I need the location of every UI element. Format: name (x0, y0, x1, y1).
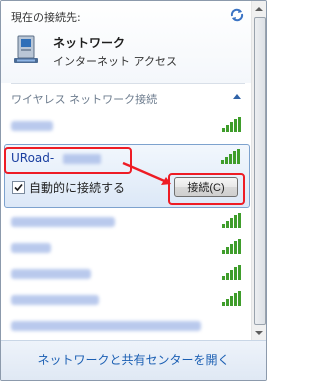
open-network-sharing-center-link[interactable]: ネットワークと共有センターを開く (1, 351, 266, 368)
checkmark-icon (14, 183, 23, 192)
refresh-icon[interactable] (229, 7, 245, 23)
wifi-network-item[interactable] (5, 287, 250, 313)
obscured-network-name (11, 295, 99, 305)
auto-connect-checkbox[interactable] (12, 181, 25, 194)
signal-strength-icon (222, 213, 241, 228)
obscured-network-name (11, 321, 201, 331)
network-status: インターネット アクセス (53, 55, 177, 68)
wifi-network-item[interactable] (5, 261, 250, 287)
wifi-network-item[interactable] (5, 313, 250, 335)
current-connection-header: 現在の接続先: ネットワーク インターネット アクセス (1, 1, 251, 83)
wireless-section-title: ワイヤレス ネットワーク接続 (11, 93, 158, 106)
wifi-network-item[interactable] (5, 235, 250, 261)
signal-strength-icon (221, 149, 240, 164)
network-flyout: 現在の接続先: ネットワーク インターネット アクセス ワイヤレス ネットワーク… (0, 0, 267, 381)
obscured-network-name (11, 217, 115, 227)
obscured-network-name (11, 121, 53, 131)
scrollbar-thumb[interactable] (254, 17, 266, 325)
signal-strength-icon (222, 239, 241, 254)
auto-connect-label: 自動的に接続する (29, 181, 126, 195)
wifi-network-item[interactable] (5, 113, 250, 139)
current-connection-label: 現在の接続先: (11, 11, 81, 24)
wifi-network-item[interactable] (5, 209, 250, 235)
footer: ネットワークと共有センターを開く (1, 340, 266, 380)
scroll-up-arrow-icon[interactable] (255, 7, 263, 11)
obscured-network-name (11, 269, 91, 279)
network-name: ネットワーク (53, 36, 126, 50)
selected-network-name: URoad- (11, 151, 55, 165)
divider (11, 83, 245, 84)
obscured-network-name (11, 243, 51, 253)
signal-strength-icon (222, 117, 241, 132)
scroll-down-arrow-icon[interactable] (255, 331, 263, 335)
network-computer-icon (14, 35, 38, 63)
obscured-network-suffix (63, 154, 101, 164)
signal-strength-icon (222, 291, 241, 306)
signal-strength-icon (222, 265, 241, 280)
collapse-chevron-icon[interactable] (233, 94, 241, 99)
scrollbar[interactable] (251, 1, 266, 340)
connect-button[interactable]: 接続(C) (174, 177, 238, 197)
